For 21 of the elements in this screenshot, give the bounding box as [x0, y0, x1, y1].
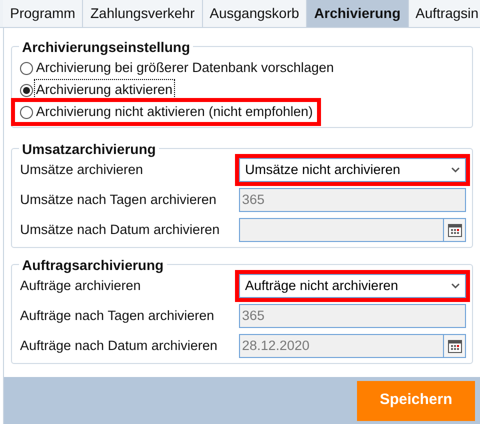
radio-button[interactable] [20, 84, 33, 96]
tab[interactable]: Programm [3, 0, 84, 27]
field-label: Aufträge nach Datum archivieren [20, 336, 218, 355]
radio-button[interactable] [20, 62, 33, 74]
radio-label: Archivierung bei größerer Datenbank vorschlagen [35, 58, 335, 77]
field-label: Umsätze nach Tagen archivieren [20, 190, 218, 209]
tab[interactable]: Auftragsin [408, 0, 480, 27]
radio-label: Archivierung nicht aktivieren (nicht empfohlen) [35, 102, 314, 121]
tab[interactable]: Zahlungsverkehr [83, 0, 203, 27]
tab[interactable]: Ausgangskorb [202, 0, 308, 27]
chevron-down-icon [451, 283, 460, 289]
chevron-down-icon [451, 167, 460, 173]
field-label: Umsätze archivieren [20, 160, 144, 179]
tab[interactable]: Archivierung [307, 0, 409, 27]
dropdown[interactable]: Aufträge nicht archivieren [239, 274, 466, 298]
radio-label: Archivierung aktivieren [35, 80, 174, 100]
radio-button[interactable] [20, 106, 33, 118]
dropdown[interactable]: Umsätze nicht archivieren [239, 158, 466, 182]
field-label: Umsätze nach Datum archivieren [20, 220, 221, 239]
field-label: Aufträge archivieren [20, 276, 142, 295]
field-label: Aufträge nach Tagen archivieren [20, 306, 216, 325]
